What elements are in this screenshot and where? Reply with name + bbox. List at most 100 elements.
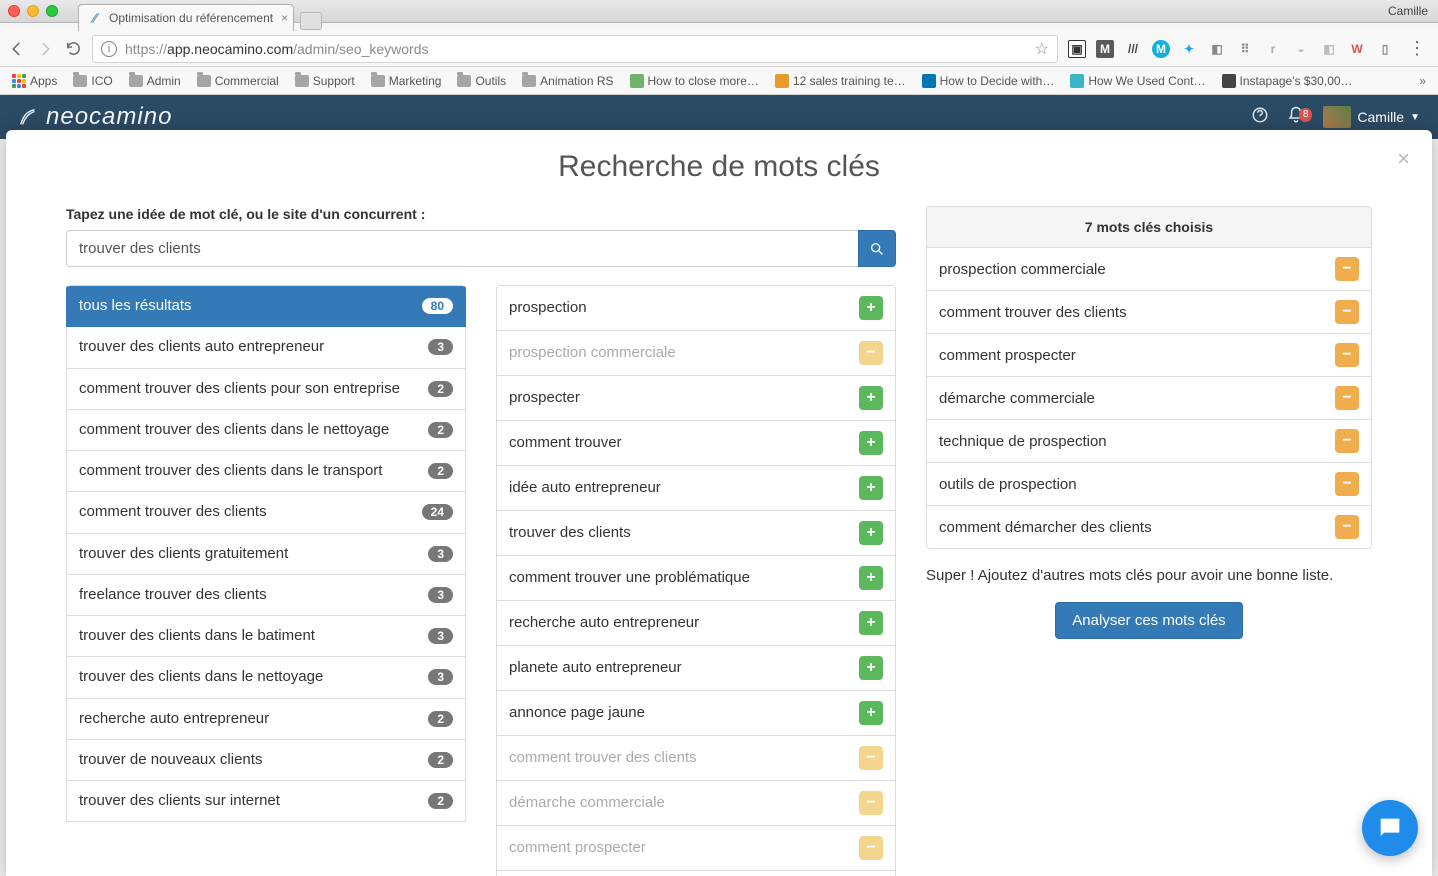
remove-keyword-button[interactable]: − — [859, 791, 883, 815]
bookmark-item[interactable]: How to Decide with… — [916, 72, 1061, 90]
chosen-keyword-item: outils de prospection− — [927, 462, 1371, 505]
modal: × Recherche de mots clés Tapez une idée … — [6, 130, 1432, 876]
filter-item[interactable]: trouver des clients auto entrepreneur3 — [66, 327, 466, 368]
filter-item[interactable]: comment trouver des clients dans le nett… — [66, 410, 466, 451]
filter-item-count: 3 — [428, 546, 453, 562]
suggestion-item: planete auto entrepreneur+ — [496, 646, 896, 691]
add-keyword-button[interactable]: + — [859, 431, 883, 455]
extension-icon[interactable]: M — [1096, 40, 1114, 58]
window-close[interactable] — [8, 5, 20, 17]
bookmark-item[interactable]: Support — [289, 72, 361, 90]
back-button[interactable] — [8, 40, 26, 58]
filter-item[interactable]: comment trouver des clients dans le tran… — [66, 451, 466, 492]
extension-icon[interactable]: ▣ — [1068, 40, 1086, 58]
extension-icon[interactable]: ▯ — [1376, 40, 1394, 58]
add-keyword-button[interactable]: + — [859, 386, 883, 410]
remove-chosen-button[interactable]: − — [1335, 386, 1359, 410]
new-tab-button[interactable] — [300, 12, 322, 30]
extension-icon[interactable]: /// — [1124, 40, 1142, 58]
keyword-search-input[interactable] — [66, 230, 858, 267]
forward-button[interactable] — [36, 40, 54, 58]
remove-keyword-button[interactable]: − — [859, 746, 883, 770]
window-minimize[interactable] — [27, 5, 39, 17]
bookmark-item[interactable]: ICO — [67, 72, 118, 90]
tab-close-icon[interactable]: × — [281, 11, 288, 25]
bookmarks-overflow-icon[interactable]: » — [1413, 74, 1432, 88]
browser-tab[interactable]: Optimisation du référencement × — [78, 4, 294, 31]
bookmark-label: Instapage's $30,00… — [1240, 74, 1353, 88]
bookmark-star-icon[interactable]: ☆ — [1035, 39, 1049, 59]
extension-icon[interactable]: ◧ — [1320, 40, 1338, 58]
bookmark-item[interactable]: Animation RS — [516, 72, 619, 90]
chrome-menu-icon[interactable]: ⋮ — [1404, 38, 1430, 59]
modal-title: Recherche de mots clés — [6, 150, 1432, 184]
suggestion-item: comment prospecter− — [496, 826, 896, 871]
bookmark-item[interactable]: Commercial — [191, 72, 285, 90]
bookmark-item[interactable]: Admin — [123, 72, 187, 90]
chosen-keyword-item: comment prospecter − — [927, 333, 1371, 376]
add-keyword-button[interactable]: + — [859, 566, 883, 590]
filter-item[interactable]: trouver des clients dans le batiment3 — [66, 616, 466, 657]
filter-item[interactable]: trouver des clients sur internet2 — [66, 781, 466, 822]
remove-chosen-button[interactable]: − — [1335, 429, 1359, 453]
extension-icon[interactable]: W — [1348, 40, 1366, 58]
extension-icon[interactable]: r — [1264, 40, 1282, 58]
extension-icons: ▣ M /// M ✦ ◧ ⠿ r ◒ ◧ W ▯ — [1068, 40, 1394, 58]
bookmark-item[interactable]: How We Used Cont… — [1064, 72, 1211, 90]
extension-icon[interactable]: M — [1152, 40, 1170, 58]
add-keyword-button[interactable]: + — [859, 656, 883, 680]
bookmark-item[interactable]: Outils — [451, 72, 512, 90]
search-button[interactable] — [858, 230, 896, 267]
notifications-icon[interactable]: 8 — [1287, 106, 1305, 129]
chosen-keyword-label: comment prospecter — [939, 347, 1076, 364]
bookmark-label: How We Used Cont… — [1088, 74, 1205, 88]
add-keyword-button[interactable]: + — [859, 476, 883, 500]
add-keyword-button[interactable]: + — [859, 296, 883, 320]
suggestion-item: trouver des clients+ — [496, 511, 896, 556]
brand-logo[interactable]: neocamino — [18, 103, 172, 131]
add-keyword-button[interactable]: + — [859, 611, 883, 635]
filter-item[interactable]: comment trouver des clients pour son ent… — [66, 369, 466, 410]
intercom-launcher[interactable] — [1362, 800, 1418, 856]
remove-chosen-button[interactable]: − — [1335, 515, 1359, 539]
folder-icon — [295, 75, 309, 87]
suggestion-item-label: comment trouver — [509, 433, 859, 453]
user-menu[interactable]: Camille ▼ — [1323, 106, 1420, 128]
window-maximize[interactable] — [46, 5, 58, 17]
filter-item-label: trouver des clients auto entrepreneur — [79, 337, 428, 357]
site-info-icon[interactable]: i — [101, 41, 117, 57]
remove-chosen-button[interactable]: − — [1335, 343, 1359, 367]
analyze-button[interactable]: Analyser ces mots clés — [1055, 602, 1242, 639]
address-bar[interactable]: i https://app.neocamino.com/admin/seo_ke… — [92, 35, 1058, 63]
help-icon[interactable] — [1251, 106, 1269, 129]
chevron-down-icon: ▼ — [1410, 112, 1420, 123]
folder-icon — [457, 75, 471, 87]
filter-item[interactable]: trouver de nouveaux clients2 — [66, 740, 466, 781]
extension-icon[interactable]: ✦ — [1180, 40, 1198, 58]
filter-item[interactable]: recherche auto entrepreneur2 — [66, 699, 466, 740]
extension-icon[interactable]: ⠿ — [1236, 40, 1254, 58]
filter-item[interactable]: trouver des clients dans le nettoyage3 — [66, 657, 466, 698]
filter-item[interactable]: freelance trouver des clients3 — [66, 575, 466, 616]
suggestion-item: annonce page jaune+ — [496, 691, 896, 736]
remove-chosen-button[interactable]: − — [1335, 257, 1359, 281]
bookmark-item[interactable]: 12 sales training te… — [769, 72, 912, 90]
bookmark-item[interactable]: Instapage's $30,00… — [1216, 72, 1359, 90]
modal-close-icon[interactable]: × — [1397, 146, 1410, 172]
bookmark-item[interactable]: Marketing — [365, 72, 448, 90]
add-keyword-button[interactable]: + — [859, 701, 883, 725]
filter-item[interactable]: comment trouver des clients24 — [66, 492, 466, 533]
extension-icon[interactable]: ◒ — [1292, 40, 1310, 58]
bookmark-item[interactable]: How to close more… — [624, 72, 765, 90]
folder-icon — [129, 75, 143, 87]
reload-button[interactable] — [64, 40, 82, 58]
bookmark-item[interactable]: Apps — [6, 72, 63, 90]
filter-item[interactable]: trouver des clients gratuitement3 — [66, 534, 466, 575]
extension-icon[interactable]: ◧ — [1208, 40, 1226, 58]
remove-keyword-button[interactable]: − — [859, 836, 883, 860]
remove-chosen-button[interactable]: − — [1335, 300, 1359, 324]
add-keyword-button[interactable]: + — [859, 521, 883, 545]
filter-item[interactable]: tous les résultats80 — [66, 285, 466, 327]
remove-keyword-button[interactable]: − — [859, 341, 883, 365]
remove-chosen-button[interactable]: − — [1335, 472, 1359, 496]
